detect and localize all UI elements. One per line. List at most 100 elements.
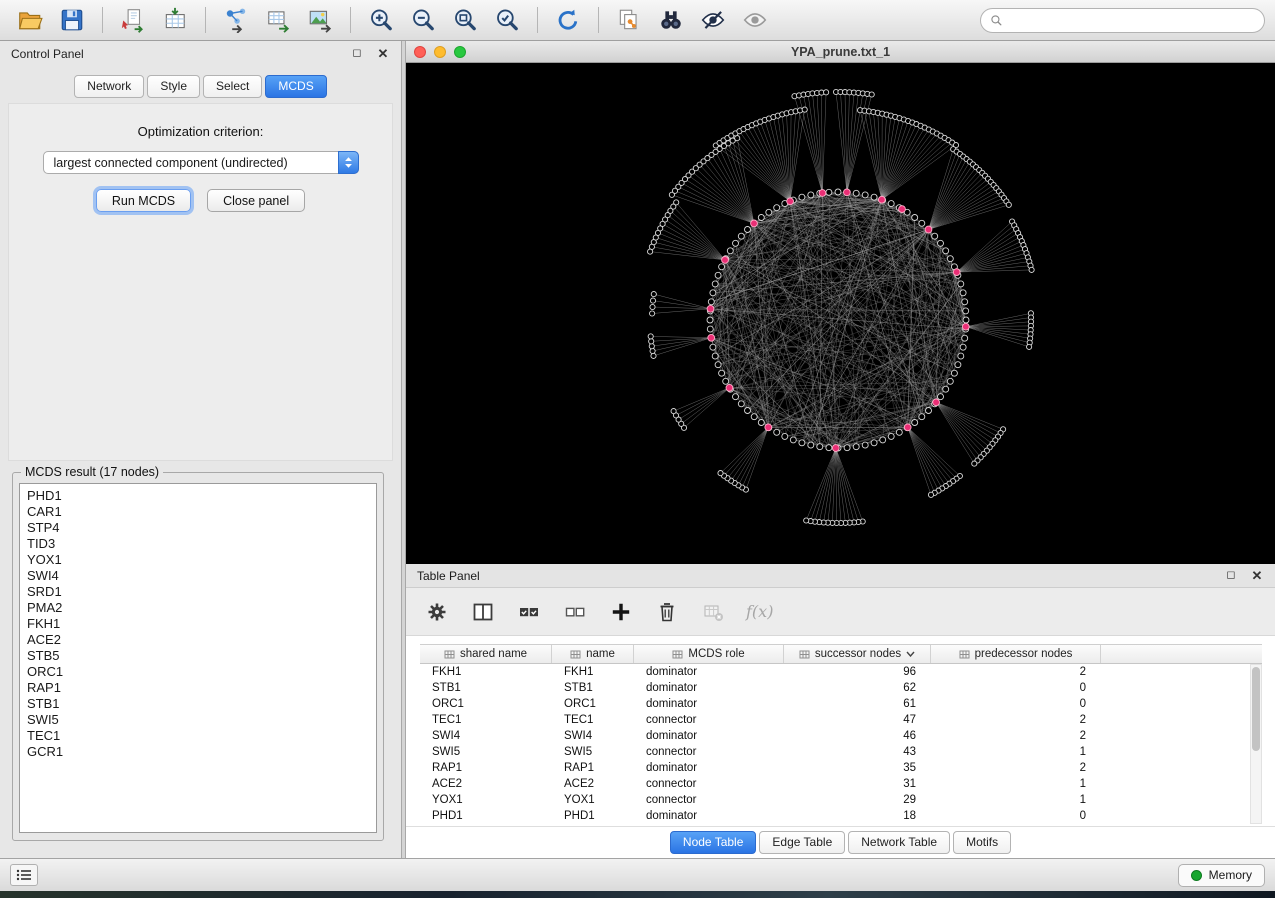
ring-node[interactable] [960,290,966,296]
close-panel-icon[interactable]: ✕ [376,47,390,61]
ring-node[interactable] [817,444,823,450]
ring-node[interactable] [751,414,757,420]
ring-node[interactable] [896,429,902,435]
network-canvas[interactable] [406,63,1275,564]
ring-node[interactable] [962,299,968,305]
mcds-result-item[interactable]: TID3 [27,536,369,552]
function-builder-button[interactable]: f(x) [746,602,773,621]
ring-node[interactable] [919,414,925,420]
leaf-node[interactable] [649,344,654,349]
table-row-ACE2[interactable]: ACE2ACE2connector311 [420,776,1262,792]
zoom-selected-button[interactable] [487,4,527,36]
mcds-result-item[interactable]: CAR1 [27,504,369,520]
ring-node[interactable] [844,445,850,451]
hub-node[interactable] [765,424,772,431]
hub-node[interactable] [751,220,758,227]
ring-node[interactable] [951,370,957,376]
hub-node[interactable] [925,226,932,233]
export-table-button[interactable] [258,4,298,36]
mcds-result-item[interactable]: SWI5 [27,712,369,728]
ring-node[interactable] [871,440,877,446]
mcds-result-item[interactable]: STB5 [27,648,369,664]
ring-node[interactable] [960,344,966,350]
zoom-window-button[interactable] [454,46,466,58]
mcds-result-item[interactable]: YOX1 [27,552,369,568]
ring-node[interactable] [947,378,953,384]
ring-node[interactable] [963,308,969,314]
ring-node[interactable] [912,215,918,221]
ring-node[interactable] [932,233,938,239]
import-network-file-button[interactable] [113,4,153,36]
ring-node[interactable] [955,362,961,368]
close-window-button[interactable] [414,46,426,58]
import-table-file-button[interactable] [155,4,195,36]
ring-node[interactable] [738,233,744,239]
leaf-node[interactable] [928,492,933,497]
ring-node[interactable] [733,240,739,246]
memory-button[interactable]: Memory [1178,864,1265,887]
control-tab-mcds[interactable]: MCDS [265,75,326,98]
table-row-SWI5[interactable]: SWI5SWI5connector431 [420,744,1262,760]
ring-node[interactable] [958,353,964,359]
table-row-FKH1[interactable]: FKH1FKH1dominator962 [420,664,1262,680]
leaf-node[interactable] [802,107,807,112]
mcds-result-item[interactable]: STB1 [27,696,369,712]
mcds-result-item[interactable]: STP4 [27,520,369,536]
hub-node[interactable] [722,257,729,264]
ring-node[interactable] [943,248,949,254]
leaf-node[interactable] [804,518,809,523]
ring-node[interactable] [758,215,764,221]
hub-node[interactable] [904,424,911,431]
mcds-result-item[interactable]: SWI4 [27,568,369,584]
export-image-button[interactable] [300,4,340,36]
split-panel-button[interactable] [470,599,496,625]
table-tab-edge-table[interactable]: Edge Table [759,831,845,854]
table-scrollbar-thumb[interactable] [1252,667,1260,751]
column-header-shared-name[interactable]: shared name [420,645,552,663]
hub-node[interactable] [953,269,960,276]
zoom-in-button[interactable] [361,4,401,36]
ring-node[interactable] [799,194,805,200]
open-folder-button[interactable] [10,4,50,36]
ring-node[interactable] [871,194,877,200]
ring-node[interactable] [715,362,721,368]
ring-node[interactable] [727,248,733,254]
control-tab-network[interactable]: Network [74,75,144,98]
ring-node[interactable] [808,192,814,198]
ring-node[interactable] [733,394,739,400]
ring-node[interactable] [782,433,788,439]
zoom-fit-button[interactable] [445,4,485,36]
leaf-node[interactable] [718,471,723,476]
leaf-node[interactable] [824,90,829,95]
leaf-node[interactable] [649,339,654,344]
ring-node[interactable] [712,353,718,359]
leaf-node[interactable] [651,353,656,358]
ring-node[interactable] [790,437,796,443]
clone-network-button[interactable] [609,4,649,36]
ring-node[interactable] [710,344,716,350]
mcds-result-list[interactable]: PHD1CAR1STP4TID3YOX1SWI4SRD1PMA2FKH1ACE2… [19,483,377,833]
leaf-node[interactable] [651,292,656,297]
ring-node[interactable] [723,378,729,384]
ring-node[interactable] [826,189,832,195]
status-list-button[interactable] [10,864,38,886]
table-settings-button[interactable] [424,599,450,625]
mcds-result-item[interactable]: PMA2 [27,600,369,616]
leaf-node[interactable] [650,298,655,303]
ring-node[interactable] [835,189,841,195]
ring-node[interactable] [853,190,859,196]
mcds-result-item[interactable]: TEC1 [27,728,369,744]
hub-node[interactable] [878,196,885,203]
mcds-result-item[interactable]: SRD1 [27,584,369,600]
hub-node[interactable] [832,445,839,452]
table-row-STB1[interactable]: STB1STB1dominator620 [420,680,1262,696]
ring-node[interactable] [963,317,969,323]
control-tab-style[interactable]: Style [147,75,200,98]
hub-node[interactable] [844,189,851,196]
ring-node[interactable] [745,227,751,233]
ring-node[interactable] [862,192,868,198]
ring-node[interactable] [745,408,751,414]
search-input[interactable] [1009,13,1255,27]
delete-row-button[interactable] [654,599,680,625]
mcds-result-item[interactable]: FKH1 [27,616,369,632]
